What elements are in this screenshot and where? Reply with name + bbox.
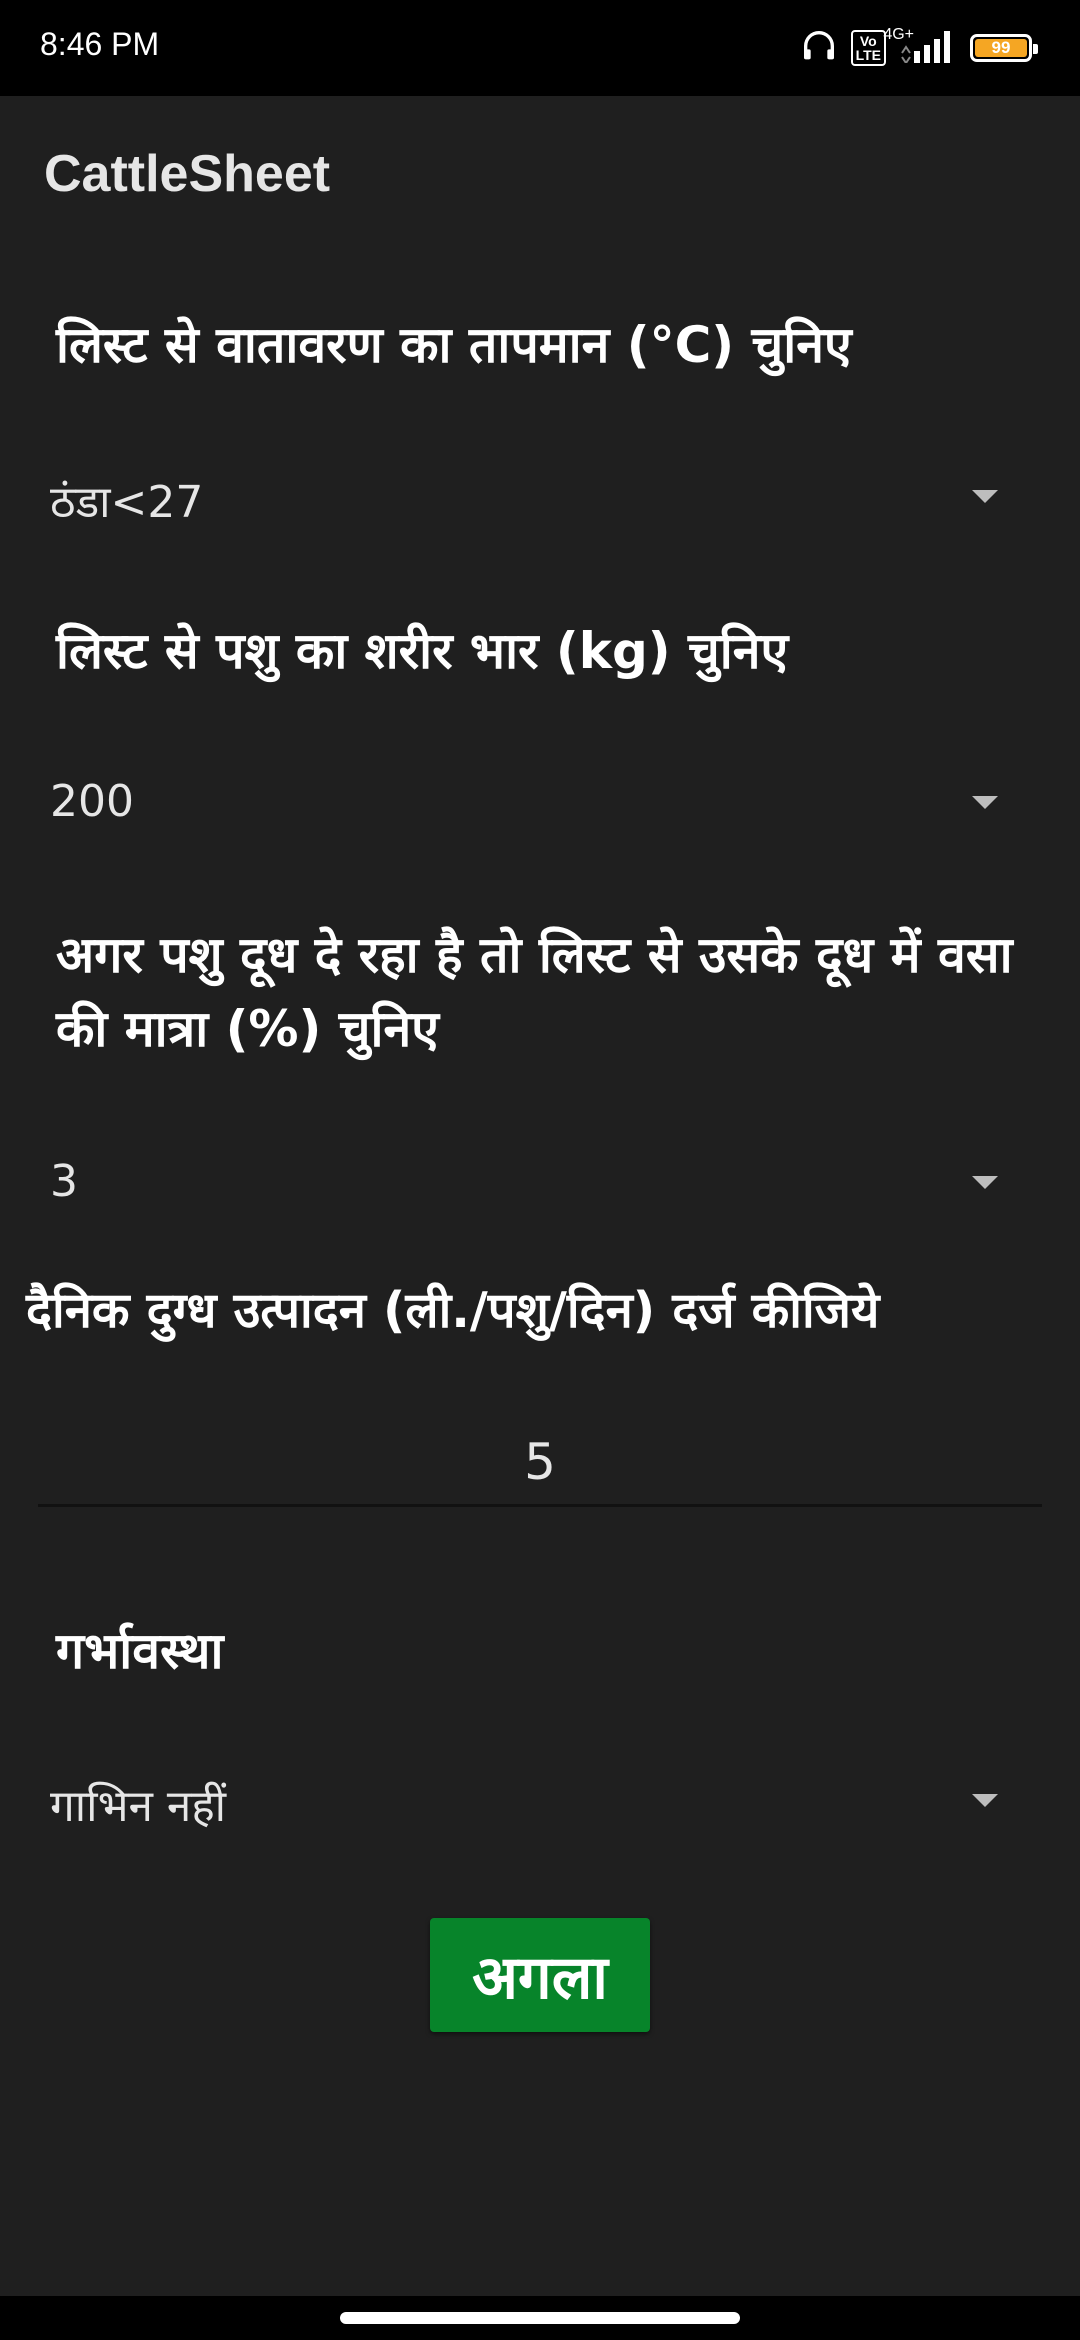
dropdown-arrow-icon (972, 1794, 998, 1807)
body-weight-label: लिस्ट से पशु का शरीर भार (kg) चुनिए (56, 622, 789, 680)
body-weight-spinner-value: 200 (50, 776, 134, 827)
battery-level: 99 (975, 38, 1027, 57)
body-weight-spinner[interactable]: 200 (0, 758, 1080, 848)
dropdown-arrow-icon (972, 1176, 998, 1189)
app-title: CattleSheet (44, 145, 331, 203)
milk-fat-label: अगर पशु दूध दे रहा है तो लिस्ट से उसके द… (56, 926, 1013, 1058)
temperature-spinner[interactable]: ठंडा<27 (0, 452, 1080, 542)
pregnancy-spinner[interactable]: गाभिन नहीं (0, 1756, 1080, 1846)
pregnancy-spinner-value: गाभिन नहीं (50, 1781, 227, 1832)
status-time: 8:46 PM (40, 26, 160, 62)
milk-fat-spinner[interactable]: 3 (0, 1138, 1080, 1228)
status-icons: Vo LTE 99 (799, 24, 1038, 72)
dropdown-arrow-icon (972, 490, 998, 503)
headphones-icon (799, 26, 839, 70)
next-button[interactable]: अगला (430, 1918, 650, 2032)
volte-icon: Vo LTE (850, 30, 886, 66)
temperature-label: लिस्ट से वातावरण का तापमान (°C) चुनिए (56, 316, 852, 374)
signal-icon (898, 29, 958, 67)
milk-fat-spinner-value: 3 (50, 1156, 78, 1207)
milk-yield-label: दैनिक दुग्ध उत्पादन (ली./पशु/दिन) दर्ज क… (26, 1282, 880, 1339)
dropdown-arrow-icon (972, 796, 998, 809)
pregnancy-label: गर्भावस्था (56, 1622, 224, 1680)
app-bar: CattleSheet (0, 96, 1080, 256)
battery-icon: 99 (970, 34, 1038, 62)
navigation-bar (0, 2296, 1080, 2340)
milk-yield-input[interactable]: 5 (38, 1420, 1042, 1507)
temperature-spinner-value: ठंडा<27 (50, 477, 204, 528)
home-indicator[interactable] (340, 2312, 740, 2324)
status-bar: 8:46 PM 4G+ Vo LTE 99 (0, 0, 1080, 96)
